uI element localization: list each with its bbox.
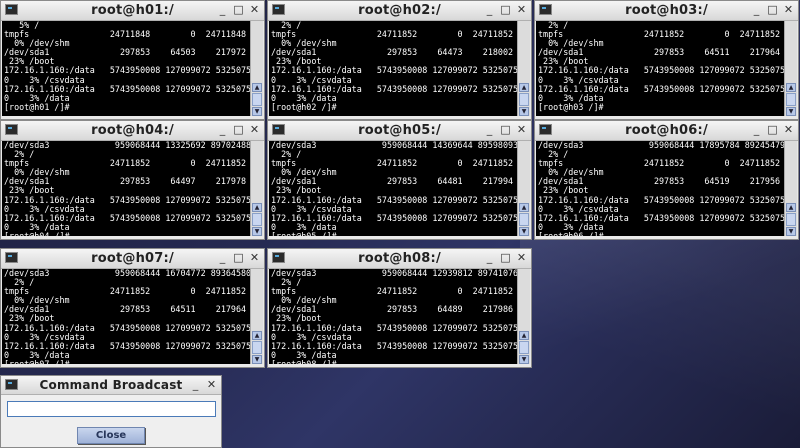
maximize-button[interactable]: □ (766, 123, 779, 136)
scroll-down-icon[interactable]: ▼ (519, 355, 529, 364)
terminal-window-h03[interactable]: root@h03:/ _ □ ✕ 2% / tmpfs 24711852 0 247… (534, 0, 799, 120)
maximize-button[interactable]: □ (232, 3, 245, 16)
close-button[interactable]: ✕ (515, 3, 528, 16)
terminal-output: 5% / tmpfs 24711848 0 24711848 0% /dev/s… (4, 21, 250, 112)
maximize-button[interactable]: □ (766, 3, 779, 16)
scrollbar[interactable]: ▲ ▼ (784, 141, 797, 236)
desktop-background (520, 240, 800, 448)
terminal-output: /dev/sda3 959068444 16704772 893645808 2… (4, 269, 250, 364)
scroll-up-icon[interactable]: ▲ (252, 83, 262, 92)
terminal-screen[interactable]: /dev/sda3 959068444 13325692 897024888 2… (2, 141, 250, 236)
window-titlebar[interactable]: root@h04:/ _ □ ✕ (1, 121, 264, 141)
terminal-output: /dev/sda3 959068444 14369644 895980936 2… (271, 141, 517, 236)
minimize-button[interactable]: _ (216, 251, 229, 264)
scroll-up-icon[interactable]: ▲ (519, 203, 529, 212)
scrollbar-thumb[interactable] (519, 93, 529, 106)
scrollbar[interactable]: ▲ ▼ (517, 141, 530, 236)
scroll-down-icon[interactable]: ▼ (786, 227, 796, 236)
close-button[interactable]: ✕ (205, 378, 218, 391)
terminal-screen[interactable]: 2% / tmpfs 24711852 0 24711852 0% /dev/s… (269, 21, 517, 116)
terminal-window-h02[interactable]: root@h02:/ _ □ ✕ 2% / tmpfs 24711852 0 247… (267, 0, 532, 120)
terminal-screen[interactable]: /dev/sda3 959068444 17895784 892454796 2… (536, 141, 784, 236)
scrollbar-thumb[interactable] (786, 213, 796, 226)
close-button[interactable]: ✕ (782, 123, 795, 136)
scroll-up-icon[interactable]: ▲ (252, 331, 262, 340)
window-titlebar[interactable]: root@h02:/ _ □ ✕ (268, 1, 531, 21)
terminal-screen[interactable]: 5% / tmpfs 24711848 0 24711848 0% /dev/s… (2, 21, 250, 116)
window-titlebar[interactable]: root@h06:/ _ □ ✕ (535, 121, 798, 141)
terminal-window-h06[interactable]: root@h06:/ _ □ ✕ /dev/sda3 959068444 17895… (534, 120, 799, 240)
close-button[interactable]: ✕ (515, 251, 528, 264)
scroll-down-icon[interactable]: ▼ (519, 107, 529, 116)
scrollbar-thumb[interactable] (252, 341, 262, 354)
minimize-button[interactable]: _ (216, 3, 229, 16)
minimize-button[interactable]: _ (750, 3, 763, 16)
window-titlebar[interactable]: root@h07:/ _ □ ✕ (1, 249, 264, 269)
terminal-window-h01[interactable]: root@h01:/ _ □ ✕ 5% / tmpfs 24711848 0 247… (0, 0, 265, 120)
scrollbar[interactable]: ▲ ▼ (517, 21, 530, 116)
window-titlebar[interactable]: Command Broadcast _ ✕ (1, 376, 221, 395)
scroll-up-icon[interactable]: ▲ (252, 203, 262, 212)
maximize-button[interactable]: □ (499, 251, 512, 264)
terminal-screen[interactable]: /dev/sda3 959068444 12939812 897410768 2… (269, 269, 517, 364)
terminal-screen[interactable]: 2% / tmpfs 24711852 0 24711852 0% /dev/s… (536, 21, 784, 116)
scroll-up-icon[interactable]: ▲ (519, 331, 529, 340)
scroll-down-icon[interactable]: ▼ (252, 107, 262, 116)
window-titlebar[interactable]: root@h05:/ _ □ ✕ (268, 121, 531, 141)
scrollbar[interactable]: ▲ ▼ (250, 21, 263, 116)
maximize-button[interactable]: □ (499, 3, 512, 16)
minimize-button[interactable]: _ (750, 123, 763, 136)
maximize-button[interactable]: □ (232, 251, 245, 264)
terminal-output: /dev/sda3 959068444 17895784 892454796 2… (538, 141, 784, 236)
scrollbar-thumb[interactable] (519, 213, 529, 226)
minimize-button[interactable]: _ (483, 251, 496, 264)
terminal-screen[interactable]: /dev/sda3 959068444 14369644 895980936 2… (269, 141, 517, 236)
close-button[interactable]: ✕ (515, 123, 528, 136)
terminal-output: 2% / tmpfs 24711852 0 24711852 0% /dev/s… (271, 21, 517, 112)
terminal-window-h08[interactable]: root@h08:/ _ □ ✕ /dev/sda3 959068444 12939… (267, 248, 532, 368)
scrollbar[interactable]: ▲ ▼ (250, 269, 263, 364)
scroll-down-icon[interactable]: ▼ (252, 227, 262, 236)
scrollbar[interactable]: ▲ ▼ (250, 141, 263, 236)
command-broadcast-window[interactable]: Command Broadcast _ ✕ Close (0, 375, 222, 448)
scroll-down-icon[interactable]: ▼ (519, 227, 529, 236)
window-titlebar[interactable]: root@h08:/ _ □ ✕ (268, 249, 531, 269)
close-button[interactable]: ✕ (248, 251, 261, 264)
scroll-down-icon[interactable]: ▼ (252, 355, 262, 364)
close-button[interactable]: ✕ (248, 3, 261, 16)
terminal-output: /dev/sda3 959068444 12939812 897410768 2… (271, 269, 517, 364)
terminal-output: 2% / tmpfs 24711852 0 24711852 0% /dev/s… (538, 21, 784, 112)
scroll-up-icon[interactable]: ▲ (519, 83, 529, 92)
scroll-up-icon[interactable]: ▲ (786, 203, 796, 212)
close-button[interactable]: Close (77, 427, 145, 444)
minimize-button[interactable]: _ (483, 123, 496, 136)
scroll-down-icon[interactable]: ▼ (786, 107, 796, 116)
broadcast-command-input[interactable] (7, 401, 216, 417)
maximize-button[interactable]: □ (499, 123, 512, 136)
minimize-button[interactable]: _ (189, 378, 202, 391)
scrollbar-thumb[interactable] (252, 213, 262, 226)
minimize-button[interactable]: _ (483, 3, 496, 16)
terminal-window-h04[interactable]: root@h04:/ _ □ ✕ /dev/sda3 959068444 13325… (0, 120, 265, 240)
scrollbar-thumb[interactable] (252, 93, 262, 106)
close-button[interactable]: ✕ (782, 3, 795, 16)
minimize-button[interactable]: _ (216, 123, 229, 136)
scrollbar[interactable]: ▲ ▼ (784, 21, 797, 116)
scrollbar[interactable]: ▲ ▼ (517, 269, 530, 364)
scroll-up-icon[interactable]: ▲ (786, 83, 796, 92)
scrollbar-thumb[interactable] (786, 93, 796, 106)
scrollbar-thumb[interactable] (519, 341, 529, 354)
terminal-screen[interactable]: /dev/sda3 959068444 16704772 893645808 2… (2, 269, 250, 364)
terminal-window-h07[interactable]: root@h07:/ _ □ ✕ /dev/sda3 959068444 16704… (0, 248, 265, 368)
maximize-button[interactable]: □ (232, 123, 245, 136)
window-title: Command Broadcast (39, 378, 183, 392)
terminal-window-h05[interactable]: root@h05:/ _ □ ✕ /dev/sda3 959068444 14369… (267, 120, 532, 240)
terminal-output: /dev/sda3 959068444 13325692 897024888 2… (4, 141, 250, 236)
window-titlebar[interactable]: root@h01:/ _ □ ✕ (1, 1, 264, 21)
close-button[interactable]: ✕ (248, 123, 261, 136)
window-titlebar[interactable]: root@h03:/ _ □ ✕ (535, 1, 798, 21)
